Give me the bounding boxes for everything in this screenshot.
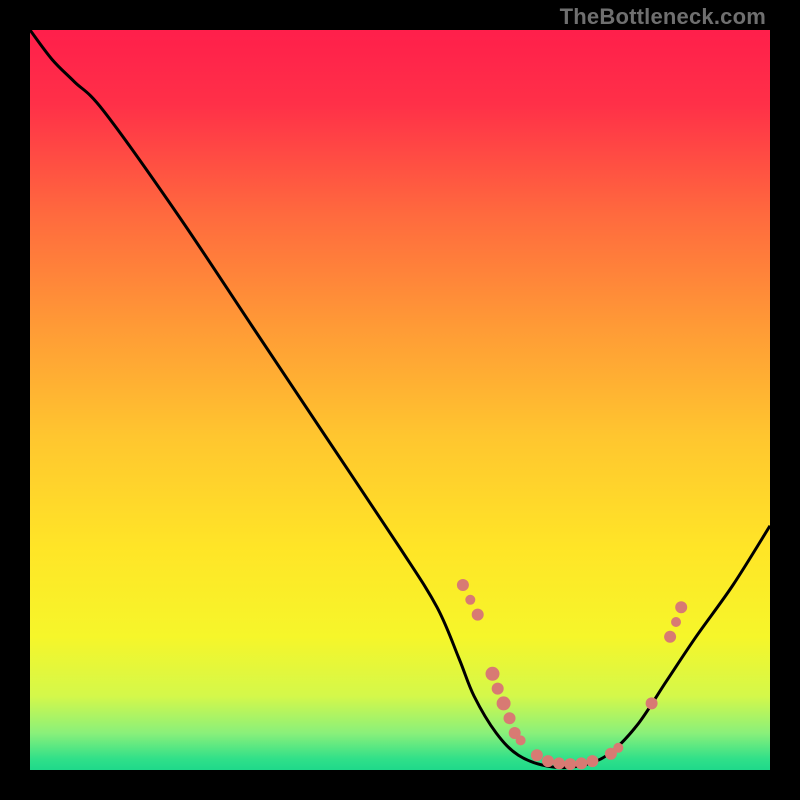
data-marker (613, 743, 623, 753)
data-marker (531, 749, 543, 761)
data-marker (675, 601, 687, 613)
data-marker (497, 696, 511, 710)
data-marker (472, 609, 484, 621)
data-marker (671, 617, 681, 627)
data-marker (457, 579, 469, 591)
data-marker (586, 755, 598, 767)
data-marker (575, 757, 587, 769)
data-marker (542, 755, 554, 767)
data-marker (486, 667, 500, 681)
bottleneck-curve-chart (30, 30, 770, 770)
data-marker (492, 683, 504, 695)
data-marker (516, 735, 526, 745)
data-marker (504, 712, 516, 724)
data-marker (465, 595, 475, 605)
watermark-text: TheBottleneck.com (560, 4, 766, 30)
data-marker (646, 697, 658, 709)
data-marker (553, 757, 565, 769)
chart-frame (30, 30, 770, 770)
data-marker (664, 631, 676, 643)
data-marker (564, 758, 576, 770)
chart-background (30, 30, 770, 770)
